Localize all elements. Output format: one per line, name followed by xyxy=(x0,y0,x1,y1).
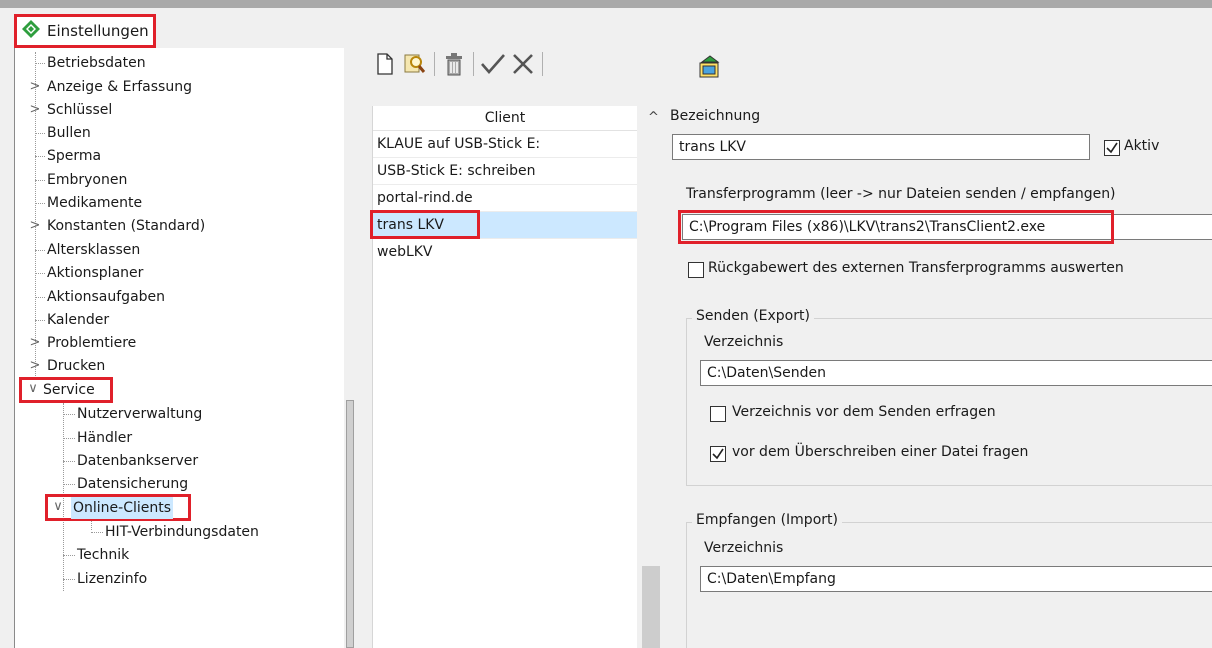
ask-dir-label: Verzeichnis vor dem Senden erfragen xyxy=(732,404,996,420)
tree-item-betriebsdaten[interactable]: Betriebsdaten xyxy=(47,52,146,74)
tree-item-bullen[interactable]: Bullen xyxy=(47,122,91,144)
empfangen-group-title: Empfangen (Import) xyxy=(692,512,842,528)
tree-connector xyxy=(35,156,45,157)
collapse-icon[interactable]: ∨ xyxy=(26,381,40,396)
tree-item-konstanten[interactable]: Konstanten (Standard) xyxy=(47,215,205,237)
check-icon[interactable] xyxy=(478,49,508,79)
tree-scrollbar-thumb[interactable] xyxy=(346,400,354,648)
tree-connector xyxy=(35,320,45,321)
tree-item-datenbankserver[interactable]: Datenbankserver xyxy=(77,450,198,472)
tree-item-medikamente[interactable]: Medikamente xyxy=(47,192,142,214)
transfer-icon[interactable] xyxy=(698,55,722,83)
highlight-box xyxy=(678,210,1114,244)
tree-item-service[interactable]: Service xyxy=(43,379,95,401)
overwrite-label: vor dem Überschreiben einer Datei fragen xyxy=(732,444,1029,460)
tree-connector xyxy=(63,555,75,556)
tree-item-altersklassen[interactable]: Altersklassen xyxy=(47,239,140,261)
tree-item-drucken[interactable]: Drucken xyxy=(47,355,105,377)
tree-item-embryonen[interactable]: Embryonen xyxy=(47,169,127,191)
bezeichnung-field[interactable]: trans LKV xyxy=(672,134,1090,160)
empfangen-dir-field[interactable]: C:\Daten\Empfang xyxy=(700,566,1212,592)
tree-connector xyxy=(35,180,45,181)
expand-icon[interactable]: > xyxy=(28,335,42,350)
client-row-portal-rind[interactable]: portal-rind.de xyxy=(373,185,637,212)
toolbar-separator xyxy=(542,52,543,76)
toolbar-separator xyxy=(473,52,474,76)
tree-item-haendler[interactable]: Händler xyxy=(77,427,132,449)
search-icon[interactable] xyxy=(400,49,430,79)
tree-connector xyxy=(63,461,75,462)
ask-dir-checkbox[interactable] xyxy=(710,406,726,422)
tree-connector xyxy=(35,273,45,274)
toolbar-separator xyxy=(434,52,435,76)
client-row-weblkv[interactable]: webLKV xyxy=(373,239,637,265)
senden-group-title: Senden (Export) xyxy=(692,308,814,324)
senden-dir-field[interactable]: C:\Daten\Senden xyxy=(700,360,1212,386)
tree-item-anzeige[interactable]: Anzeige & Erfassung xyxy=(47,76,192,98)
window-title-bar: Einstellungen xyxy=(14,14,156,48)
tree-item-hit-verbindungsdaten[interactable]: HIT-Verbindungsdaten xyxy=(105,521,259,543)
tree-connector xyxy=(63,484,75,485)
tree-item-aktionsplaner[interactable]: Aktionsplaner xyxy=(47,262,143,284)
aktiv-label: Aktiv xyxy=(1124,138,1160,154)
expand-icon[interactable]: > xyxy=(28,79,42,94)
settings-tree[interactable]: Betriebsdaten > Anzeige & Erfassung > Sc… xyxy=(14,48,346,648)
tree-connector xyxy=(35,133,45,134)
tree-item-problemtiere[interactable]: Problemtiere xyxy=(47,332,136,354)
collapse-arrow-icon[interactable]: ^ xyxy=(648,110,659,125)
overwrite-checkbox[interactable] xyxy=(710,446,726,462)
collapse-icon[interactable]: ∨ xyxy=(51,499,65,514)
delete-icon[interactable] xyxy=(439,49,469,79)
tree-connector xyxy=(63,438,75,439)
bezeichnung-label: Bezeichnung xyxy=(670,108,761,124)
tree-item-nutzerverwaltung[interactable]: Nutzerverwaltung xyxy=(77,403,202,425)
transfer-program-label: Transferprogramm (leer -> nur Dateien se… xyxy=(686,186,1116,202)
close-icon[interactable] xyxy=(508,49,538,79)
tree-item-lizenzinfo[interactable]: Lizenzinfo xyxy=(77,568,147,590)
client-list[interactable]: Client KLAUE auf USB-Stick E: USB-Stick … xyxy=(372,106,637,648)
tree-item-kalender[interactable]: Kalender xyxy=(47,309,109,331)
tree-item-schluessel[interactable]: Schlüssel xyxy=(47,99,112,121)
tree-connector xyxy=(35,63,45,64)
client-column-header[interactable]: Client xyxy=(373,106,637,131)
expand-icon[interactable]: > xyxy=(28,218,42,233)
new-document-icon[interactable] xyxy=(370,49,400,79)
client-row-klaue[interactable]: KLAUE auf USB-Stick E: xyxy=(373,131,637,158)
window-title: Einstellungen xyxy=(47,22,149,40)
tree-connector xyxy=(35,297,45,298)
tree-connector xyxy=(63,579,75,580)
highlight-box xyxy=(370,210,480,239)
toolbar xyxy=(370,48,547,80)
rueckgabe-checkbox[interactable] xyxy=(688,262,704,278)
expand-icon[interactable]: > xyxy=(28,102,42,117)
tree-connector xyxy=(35,203,45,204)
tree-connector xyxy=(35,250,45,251)
tree-connector xyxy=(91,532,103,533)
client-row-usb-stick[interactable]: USB-Stick E: schreiben xyxy=(373,158,637,185)
expand-icon[interactable]: > xyxy=(28,358,42,373)
tree-connector xyxy=(63,414,75,415)
detail-scrollbar-thumb[interactable] xyxy=(642,566,660,648)
tree-item-datensicherung[interactable]: Datensicherung xyxy=(77,473,188,495)
app-icon xyxy=(21,19,41,43)
tree-item-sperma[interactable]: Sperma xyxy=(47,145,101,167)
detail-scrollbar[interactable] xyxy=(640,106,662,648)
tree-item-online-clients[interactable]: Online-Clients xyxy=(71,497,174,519)
tree-item-aktionsaufgaben[interactable]: Aktionsaufgaben xyxy=(47,286,165,308)
tree-item-technik[interactable]: Technik xyxy=(77,544,129,566)
senden-dir-label: Verzeichnis xyxy=(704,334,784,350)
rueckgabe-label: Rückgabewert des externen Transferprogra… xyxy=(708,260,1124,276)
window-top-edge xyxy=(0,0,1212,8)
aktiv-checkbox[interactable] xyxy=(1104,140,1120,156)
empfangen-dir-label: Verzeichnis xyxy=(704,540,784,556)
